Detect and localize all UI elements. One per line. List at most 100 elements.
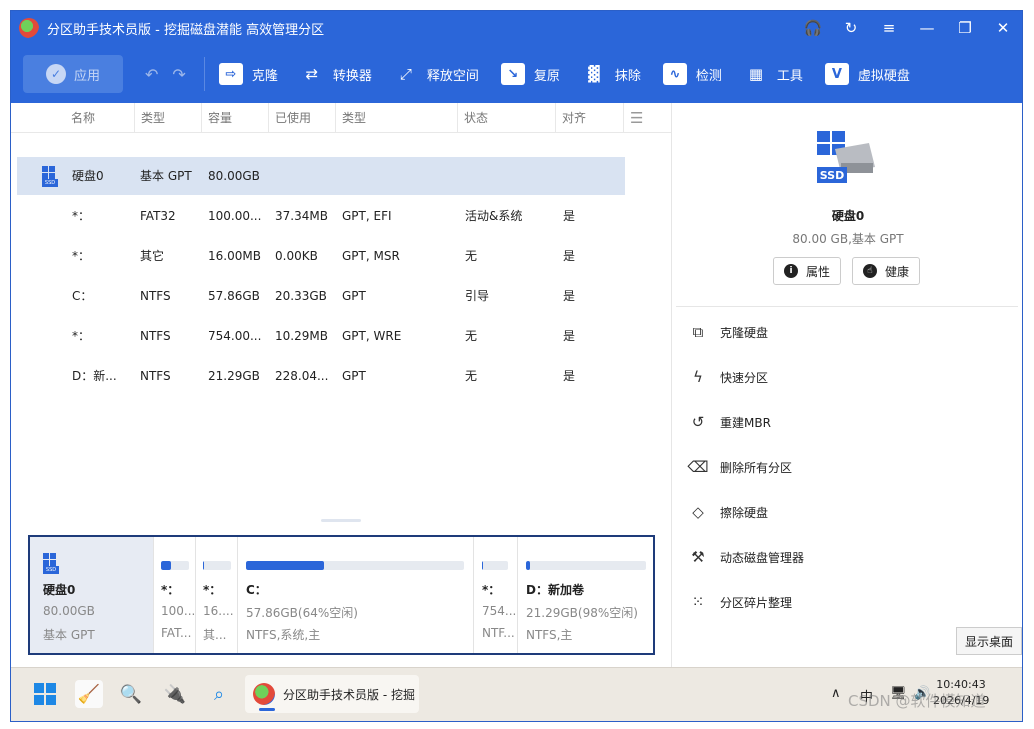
op-clone-disk[interactable]: ⧉ 克隆硬盘 bbox=[688, 320, 768, 344]
op-label: 克隆硬盘 bbox=[720, 325, 769, 340]
properties-button[interactable]: i 属性 bbox=[773, 257, 842, 285]
op-rebuild-mbr[interactable]: ↺ 重建MBR bbox=[688, 410, 771, 434]
main-toolbar: ✓ 应用 ↶ ↷ ⇨ 克隆 ⇄ 转换器 ⤢ 释放空间 ↘ 复原 ▓ 抹除 ∿ 检… bbox=[11, 45, 1022, 103]
disk-type: 基本 GPT bbox=[140, 169, 192, 183]
header-type[interactable]: 类型 bbox=[335, 103, 366, 133]
svg-text:SSD: SSD bbox=[820, 169, 844, 182]
refresh-icon[interactable]: ↻ bbox=[832, 11, 870, 45]
app-logo-icon bbox=[19, 18, 39, 38]
header-align[interactable]: 对齐 bbox=[555, 103, 586, 133]
panel-splitter[interactable] bbox=[321, 519, 361, 522]
cell-align: 是 bbox=[563, 329, 576, 343]
toolbar-monitor[interactable]: ∿ 检测 bbox=[662, 63, 722, 85]
cell-align: 是 bbox=[563, 289, 576, 303]
chevron-up-icon[interactable]: ∧ bbox=[831, 686, 841, 701]
cell-name: *： bbox=[72, 329, 91, 343]
partition-name: C： bbox=[246, 583, 267, 597]
header-name[interactable]: 名称 bbox=[65, 103, 95, 133]
usage-fill bbox=[161, 561, 172, 570]
partition-fs: NTF... bbox=[482, 626, 515, 640]
toolbar-wipe[interactable]: ▓ 抹除 bbox=[582, 63, 641, 85]
op-label: 分区碎片整理 bbox=[720, 595, 793, 610]
partition-fs: NTFS,主 bbox=[526, 628, 573, 642]
diskmap-partition[interactable]: D：新加卷 21.29GB(98%空闲) NTFS,主 bbox=[518, 537, 653, 653]
check-icon: ✓ bbox=[45, 64, 66, 84]
ssd-disk-icon: SSD bbox=[42, 166, 64, 188]
show-desktop-button[interactable]: 显示桌面 bbox=[956, 627, 1022, 655]
windows-start-icon[interactable] bbox=[31, 680, 59, 708]
table-row[interactable]: C： NTFS 57.86GB 20.33GB GPT 引导 是 bbox=[17, 277, 625, 315]
disk-row[interactable]: SSD 硬盘0 基本 GPT 80.00GB bbox=[17, 157, 625, 195]
toolbar-free-space-label: 释放空间 bbox=[426, 68, 479, 84]
usage-bar bbox=[246, 561, 464, 570]
convert-icon: ⇄ bbox=[305, 65, 319, 83]
cell-align: 是 bbox=[563, 209, 576, 223]
right-panel: SSD 硬盘0 80.00 GB,基本 GPT i 属性 ☝ 健康 ⧉ 克隆硬盘… bbox=[671, 103, 1022, 677]
column-settings-icon[interactable]: ☰ bbox=[623, 103, 661, 133]
toolbar-recover[interactable]: ↘ 复原 bbox=[500, 63, 560, 85]
cell-used: 10.29MB bbox=[275, 329, 328, 343]
diskmap-partition[interactable]: C： 57.86GB(64%空闲) NTFS,系统,主 bbox=[238, 537, 474, 653]
table-row[interactable]: *： 其它 16.00MB 0.00KB GPT, MSR 无 是 bbox=[17, 237, 625, 275]
op-label: 快速分区 bbox=[720, 370, 769, 385]
partition-name: *： bbox=[482, 583, 501, 597]
clone-disk-icon: ⧉ bbox=[692, 323, 704, 341]
diskmap-partition[interactable]: *： 754... NTF... bbox=[474, 537, 518, 653]
usb-tool-icon[interactable]: 🔌 bbox=[161, 680, 189, 708]
toolbar-virtual-disk[interactable]: V 虚拟硬盘 bbox=[824, 63, 910, 85]
op-quick-partition[interactable]: ϟ 快速分区 bbox=[688, 365, 768, 389]
window-title: 分区助手技术员版 - 挖掘磁盘潜能 高效管理分区 bbox=[47, 22, 325, 38]
op-defrag[interactable]: ⁙ 分区碎片整理 bbox=[688, 590, 792, 614]
virtual-disk-icon: V bbox=[824, 63, 849, 85]
restore-icon[interactable]: ❐ bbox=[946, 11, 984, 45]
apply-label: 应用 bbox=[73, 68, 100, 84]
toolbar-convert[interactable]: ⇄ 转换器 bbox=[300, 63, 372, 85]
search-icon[interactable]: ⌕ bbox=[205, 680, 233, 708]
table-row[interactable]: *： FAT32 100.00... 37.34MB GPT, EFI 活动&系… bbox=[17, 197, 625, 235]
minimize-icon[interactable]: — bbox=[908, 11, 946, 45]
partition-size: 21.29GB(98%空闲) bbox=[526, 606, 638, 620]
diskmap-partition[interactable]: *： 100... FAT... bbox=[154, 537, 196, 653]
toolbar-free-space[interactable]: ⤢ 释放空间 bbox=[394, 63, 479, 85]
toolbar-clone[interactable]: ⇨ 克隆 bbox=[218, 63, 278, 85]
apply-button[interactable]: ✓ 应用 bbox=[23, 55, 123, 93]
cell-status: 无 bbox=[465, 329, 478, 343]
menu-icon[interactable]: ≡ bbox=[870, 11, 908, 45]
undo-icon[interactable]: ↶ bbox=[145, 65, 158, 84]
toolbar-convert-label: 转换器 bbox=[332, 68, 372, 84]
broom-app-icon[interactable]: 🧹 bbox=[75, 680, 103, 708]
header-status[interactable]: 状态 bbox=[457, 103, 488, 133]
partition-fs: FAT... bbox=[161, 626, 192, 640]
redo-icon[interactable]: ↷ bbox=[172, 65, 185, 84]
headset-icon[interactable]: 🎧 bbox=[794, 11, 832, 45]
health-button[interactable]: ☝ 健康 bbox=[852, 257, 921, 285]
cell-status: 引导 bbox=[465, 289, 490, 303]
usage-bar bbox=[526, 561, 646, 570]
diskmap-disk-size: 80.00GB bbox=[43, 604, 95, 618]
header-used[interactable]: 已使用 bbox=[268, 103, 311, 133]
diskmap-partition[interactable]: *： 16.... 其... bbox=[196, 537, 238, 653]
taskbar-app-partition-assistant[interactable]: 分区助手技术员版 - 挖掘 bbox=[245, 675, 419, 713]
clone-icon: ⇨ bbox=[218, 63, 243, 85]
diskmap-disk[interactable]: SSD 硬盘0 80.00GB 基本 GPT bbox=[30, 537, 154, 653]
magnifier-app-icon[interactable]: 🔍 bbox=[117, 680, 145, 708]
partition-fs: NTFS,系统,主 bbox=[246, 628, 321, 642]
table-row[interactable]: *： NTFS 754.00... 10.29MB GPT, WRE 无 是 bbox=[17, 317, 625, 355]
usage-fill bbox=[246, 561, 325, 570]
health-label: 健康 bbox=[885, 264, 910, 279]
header-capacity[interactable]: 容量 bbox=[201, 103, 232, 133]
op-delete-all[interactable]: ⌫ 删除所有分区 bbox=[687, 455, 792, 479]
toolbar-virtual-disk-label: 虚拟硬盘 bbox=[857, 68, 910, 84]
table-row[interactable]: D：新... NTFS 21.29GB 228.04... GPT 无 是 bbox=[17, 357, 625, 395]
toolbar-tools[interactable]: ▦ 工具 bbox=[744, 63, 803, 85]
taskbar-app-label: 分区助手技术员版 - 挖掘 bbox=[283, 687, 415, 702]
op-dynamic-disk[interactable]: ⚒ 动态磁盘管理器 bbox=[688, 545, 804, 569]
header-fs[interactable]: 类型 bbox=[134, 103, 165, 133]
close-icon[interactable]: ✕ bbox=[984, 11, 1022, 45]
partition-size: 100... bbox=[161, 604, 196, 618]
thumbs-up-icon: ☝ bbox=[863, 264, 877, 278]
cell-fs: NTFS bbox=[140, 329, 171, 343]
toolbar-clone-label: 克隆 bbox=[251, 68, 278, 84]
op-wipe-disk[interactable]: ◇ 擦除硬盘 bbox=[688, 500, 768, 524]
cell-name: D：新... bbox=[72, 369, 117, 383]
